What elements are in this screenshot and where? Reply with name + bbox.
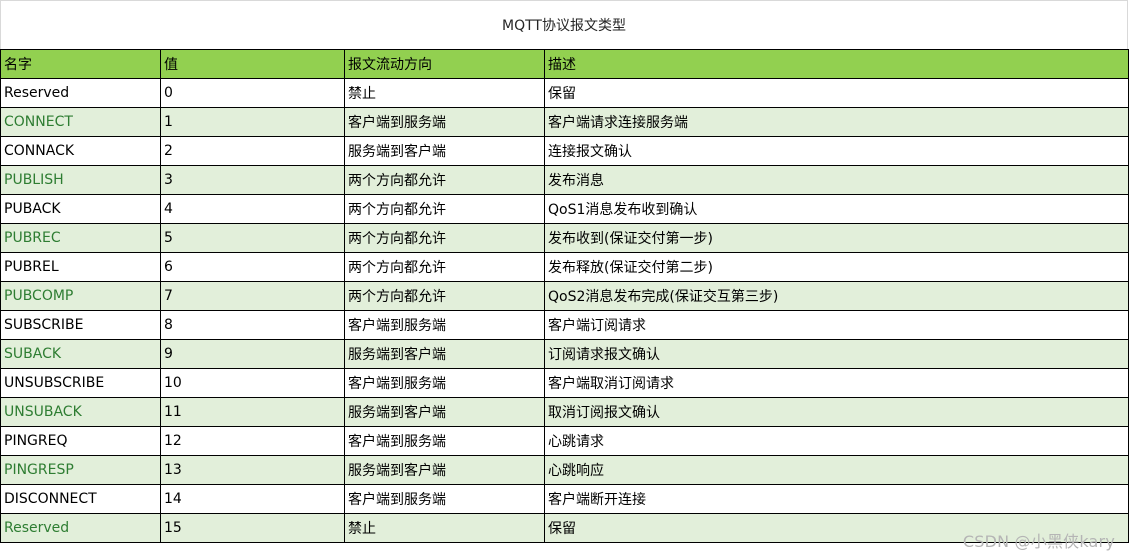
cell-value: 1 (160, 107, 345, 137)
watermark: CSDN @小黑侠kary (962, 532, 1115, 551)
cell-direction: 两个方向都允许 (344, 281, 545, 311)
column-header-direction: 报文流动方向 (344, 49, 545, 79)
cell-direction: 禁止 (344, 78, 545, 108)
cell-name: PUBACK (0, 194, 161, 224)
cell-name: PUBREL (0, 252, 161, 282)
cell-direction: 服务端到客户端 (344, 455, 545, 485)
cell-value: 15 (160, 513, 345, 543)
cell-direction: 两个方向都允许 (344, 194, 545, 224)
table-row: PUBREL 6 两个方向都允许 发布释放(保证交付第二步) (0, 252, 1129, 282)
table-row: PUBCOMP 7 两个方向都允许 QoS2消息发布完成(保证交互第三步) (0, 281, 1129, 311)
cell-name: UNSUBSCRIBE (0, 368, 161, 398)
cell-direction: 客户端到服务端 (344, 484, 545, 514)
cell-name: PUBCOMP (0, 281, 161, 311)
table-row: PUBACK 4 两个方向都允许 QoS1消息发布收到确认 (0, 194, 1129, 224)
cell-description: 客户端取消订阅请求 (544, 368, 1129, 398)
cell-name: SUBACK (0, 339, 161, 369)
cell-value: 2 (160, 136, 345, 166)
cell-description: 客户端订阅请求 (544, 310, 1129, 340)
cell-name: Reserved (0, 78, 161, 108)
cell-value: 3 (160, 165, 345, 195)
cell-direction: 禁止 (344, 513, 545, 543)
cell-description: 连接报文确认 (544, 136, 1129, 166)
cell-direction: 服务端到客户端 (344, 339, 545, 369)
table-body: Reserved 0 禁止 保留 CONNECT 1 客户端到服务端 客户端请求连接服务端 CO… (0, 78, 1129, 543)
mqtt-message-type-table: 名字 值 报文流动方向 描述 Reserved 0 禁止 保留 CONNECT 1 客户端到… (0, 49, 1129, 543)
cell-value: 8 (160, 310, 345, 340)
cell-name: UNSUBACK (0, 397, 161, 427)
cell-value: 12 (160, 426, 345, 456)
cell-name: PINGRESP (0, 455, 161, 485)
cell-direction: 两个方向都允许 (344, 223, 545, 253)
header-row: 名字 值 报文流动方向 描述 (0, 49, 1129, 79)
table-row: SUBACK 9 服务端到客户端 订阅请求报文确认 (0, 339, 1129, 369)
cell-description: 发布释放(保证交付第二步) (544, 252, 1129, 282)
cell-value: 14 (160, 484, 345, 514)
table-row: CONNECT 1 客户端到服务端 客户端请求连接服务端 (0, 107, 1129, 137)
cell-name: PUBLISH (0, 165, 161, 195)
cell-description: 保留 (544, 78, 1129, 108)
cell-value: 10 (160, 368, 345, 398)
table-row: Reserved 0 禁止 保留 (0, 78, 1129, 108)
column-header-description: 描述 (544, 49, 1129, 79)
cell-direction: 客户端到服务端 (344, 107, 545, 137)
cell-value: 7 (160, 281, 345, 311)
cell-description: 订阅请求报文确认 (544, 339, 1129, 369)
cell-direction: 客户端到服务端 (344, 426, 545, 456)
cell-value: 0 (160, 78, 345, 108)
cell-direction: 两个方向都允许 (344, 165, 545, 195)
cell-value: 5 (160, 223, 345, 253)
table-row: Reserved 15 禁止 保留 (0, 513, 1129, 543)
cell-description: 心跳请求 (544, 426, 1129, 456)
table-row: PUBREC 5 两个方向都允许 发布收到(保证交付第一步) (0, 223, 1129, 253)
cell-direction: 两个方向都允许 (344, 252, 545, 282)
spreadsheet-sheet: MQTT协议报文类型 名字 值 报文流动方向 描述 Reserved 0 禁止 保留 C… (0, 0, 1129, 560)
cell-description: QoS1消息发布收到确认 (544, 194, 1129, 224)
table-row: DISCONNECT 14 客户端到服务端 客户端断开连接 (0, 484, 1129, 514)
cell-value: 4 (160, 194, 345, 224)
table-row: UNSUBSCRIBE 10 客户端到服务端 客户端取消订阅请求 (0, 368, 1129, 398)
table-row: SUBSCRIBE 8 客户端到服务端 客户端订阅请求 (0, 310, 1129, 340)
cell-description: 取消订阅报文确认 (544, 397, 1129, 427)
table-row: PINGRESP 13 服务端到客户端 心跳响应 (0, 455, 1129, 485)
cell-direction: 服务端到客户端 (344, 397, 545, 427)
cell-name: PINGREQ (0, 426, 161, 456)
cell-name: Reserved (0, 513, 161, 543)
cell-description: 心跳响应 (544, 455, 1129, 485)
cell-name: CONNECT (0, 107, 161, 137)
cell-value: 9 (160, 339, 345, 369)
cell-description: 客户端请求连接服务端 (544, 107, 1129, 137)
cell-description: 发布收到(保证交付第一步) (544, 223, 1129, 253)
column-header-value: 值 (160, 49, 345, 79)
table-row: CONNACK 2 服务端到客户端 连接报文确认 (0, 136, 1129, 166)
cell-direction: 客户端到服务端 (344, 368, 545, 398)
cell-direction: 服务端到客户端 (344, 136, 545, 166)
cell-name: CONNACK (0, 136, 161, 166)
cell-name: DISCONNECT (0, 484, 161, 514)
cell-value: 13 (160, 455, 345, 485)
cell-description: 发布消息 (544, 165, 1129, 195)
table-row: PUBLISH 3 两个方向都允许 发布消息 (0, 165, 1129, 195)
cell-value: 6 (160, 252, 345, 282)
cell-name: PUBREC (0, 223, 161, 253)
table-row: PINGREQ 12 客户端到服务端 心跳请求 (0, 426, 1129, 456)
cell-description: 客户端断开连接 (544, 484, 1129, 514)
column-header-name: 名字 (0, 49, 161, 79)
cell-value: 11 (160, 397, 345, 427)
cell-direction: 客户端到服务端 (344, 310, 545, 340)
cell-description: QoS2消息发布完成(保证交互第三步) (544, 281, 1129, 311)
table-row: UNSUBACK 11 服务端到客户端 取消订阅报文确认 (0, 397, 1129, 427)
cell-name: SUBSCRIBE (0, 310, 161, 340)
table-title: MQTT协议报文类型 (0, 0, 1128, 49)
